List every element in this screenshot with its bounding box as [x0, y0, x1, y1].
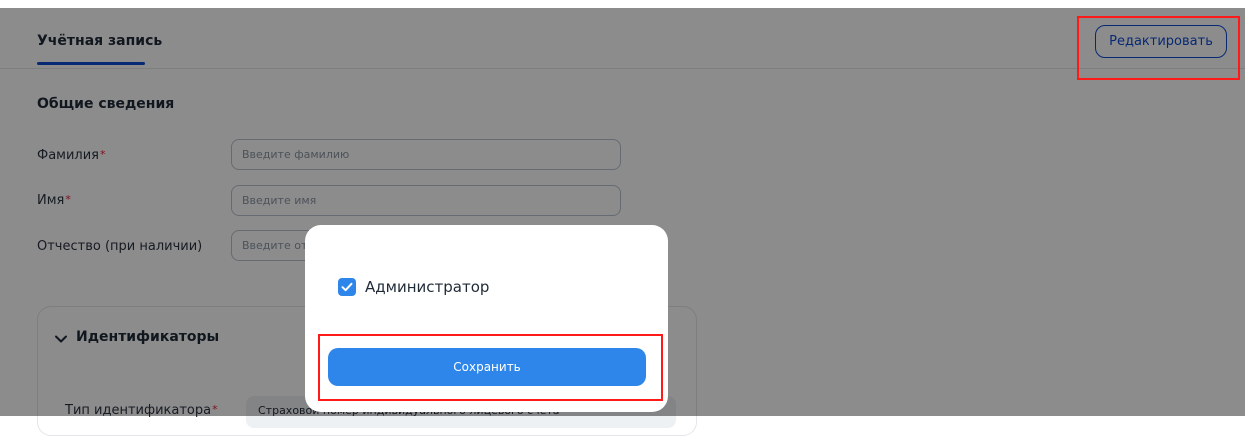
- checkmark-icon: [341, 282, 353, 292]
- admin-checkbox[interactable]: [338, 278, 356, 296]
- app-window: Учётная запись Редактировать Общие сведе…: [0, 8, 1245, 436]
- save-button[interactable]: Сохранить: [328, 348, 646, 386]
- admin-checkbox-label[interactable]: Администратор: [365, 278, 489, 296]
- role-modal: Администратор Сохранить: [305, 225, 668, 412]
